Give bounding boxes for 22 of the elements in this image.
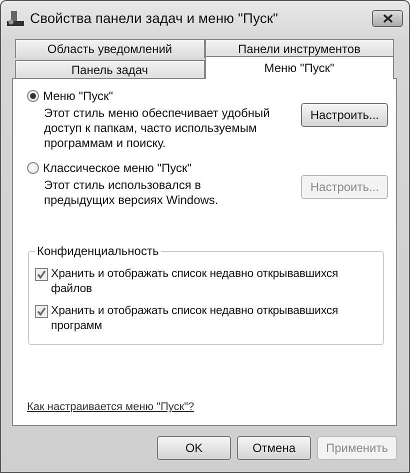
customize-button[interactable]: Настроить... — [301, 103, 388, 127]
close-button[interactable] — [372, 10, 403, 26]
checkbox-label[interactable]: Хранить и отображать список недавно открывавшихся программ — [51, 304, 381, 334]
close-icon — [382, 14, 392, 22]
tab[interactable]: Меню "Пуск" — [204, 56, 394, 79]
tab[interactable]: Область уведомлений — [15, 39, 204, 58]
radio-label[interactable]: Классическое меню "Пуск" — [43, 161, 192, 175]
window-title: Свойства панели задач и меню "Пуск" — [30, 10, 279, 26]
help-link[interactable]: Как настраивается меню "Пуск"? — [27, 401, 194, 413]
checkbox[interactable] — [35, 268, 48, 281]
window-icon — [7, 10, 24, 26]
dialog-button[interactable]: OK — [156, 436, 231, 460]
checkbox[interactable] — [35, 305, 48, 318]
radio-button[interactable] — [27, 90, 39, 102]
dialog-button[interactable]: Отмена — [236, 436, 311, 460]
tab[interactable]: Панель задач — [15, 60, 204, 79]
checkbox-label[interactable]: Хранить и отображать список недавно открывавшихся файлов — [51, 267, 381, 297]
radio-button[interactable] — [27, 162, 39, 174]
group-title: Конфиденциальность — [36, 244, 160, 258]
option-description: Этот стиль меню обеспечивает удобный доступ к папкам, часто используемым программам и поиску. — [44, 106, 271, 151]
option-description: Этот стиль использовался в предыдущих версиях Windows. — [44, 178, 220, 208]
radio-label[interactable]: Меню "Пуск" — [43, 89, 114, 103]
